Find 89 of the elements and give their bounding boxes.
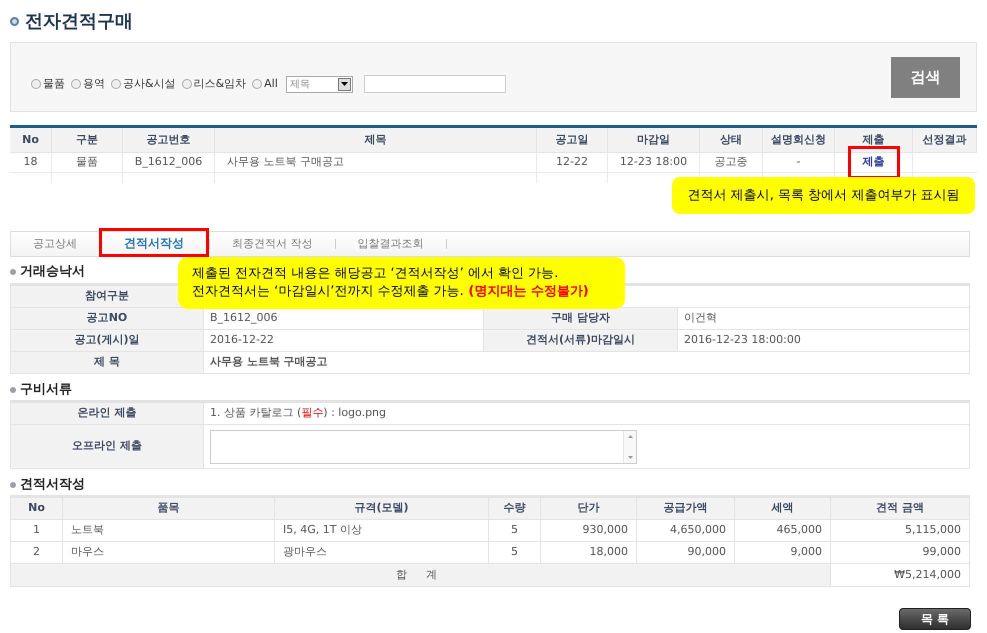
table-cell-text: 18: [24, 154, 38, 170]
table-cell-text: 18,000: [590, 544, 628, 560]
radio-option[interactable]: 리스&임차: [182, 76, 246, 92]
table-cell-text: -: [796, 154, 800, 170]
table-cell-text: 1: [33, 522, 40, 538]
table-cell-text: 5: [511, 522, 518, 538]
table-cell-text: 12-22: [556, 154, 588, 170]
list-button[interactable]: 목 록: [899, 608, 971, 630]
column-header: 규격(모델): [275, 498, 489, 520]
radio[interactable]: [31, 79, 41, 89]
column-header: 설명회신청: [763, 128, 835, 153]
table-cell-text: 930,000: [582, 522, 628, 538]
table-cell-text: 2: [33, 544, 40, 560]
column-header: 공급가액: [637, 498, 735, 520]
column-header: 단가: [541, 498, 637, 520]
field-label: 제 목: [11, 352, 204, 374]
column-header: No: [11, 498, 63, 520]
field-label: 공고NO: [11, 308, 204, 330]
note-tooltip: 제출된 전자견적 내용은 해당공고 ‘견적서작성’ 에서 확인 가능. 전자견적서는 ‘마감일시’전까지 수정제출 가능. (명지대는 수정불가): [178, 257, 625, 309]
page-title: 전자견적구매: [25, 10, 133, 34]
total-label: 합 계: [396, 566, 446, 583]
section-heading: 구비서류: [20, 380, 72, 399]
radio-option[interactable]: 용역: [71, 76, 105, 92]
table-cell-text: 99,000: [922, 544, 961, 560]
radio[interactable]: [182, 79, 192, 89]
table-cell-text: 465,000: [776, 522, 822, 538]
column-header: 세액: [735, 498, 831, 520]
table-cell-text: 9,000: [790, 544, 822, 560]
table-cell-text: 5: [511, 544, 518, 560]
bullet-icon: [10, 268, 16, 274]
tab[interactable]: 최종견적서 작성: [210, 231, 334, 257]
radio-option[interactable]: 물품: [31, 76, 65, 92]
column-header: 수량: [489, 498, 541, 520]
table-cell-text: 사무용 노트북 구매공고: [227, 154, 344, 170]
column-header: 품목: [63, 498, 275, 520]
note-tooltip: 견적서 제출시, 목록 창에서 제출여부가 표시됨: [672, 177, 975, 214]
scroll-down-icon[interactable]: [628, 456, 632, 458]
total-value: ₩5,214,000: [894, 566, 961, 583]
table-cell-text: B_1612_006: [134, 154, 202, 170]
search-field[interactable]: [364, 75, 506, 93]
scroll-up-icon[interactable]: [628, 434, 632, 438]
column-header: 선정결과: [913, 128, 977, 153]
scrollbar[interactable]: [623, 430, 636, 462]
field-select[interactable]: 제목: [286, 76, 353, 92]
field-label: 공고(게시)일: [11, 330, 204, 352]
table-cell-text: 마우스: [71, 544, 104, 560]
field-label: 온라인 제출: [11, 403, 204, 425]
dropdown-icon: [338, 78, 351, 90]
field-value: 2016-12-22: [204, 330, 484, 352]
bullet-icon: [10, 482, 16, 488]
field-value: 이건혁: [678, 308, 970, 330]
table-cell-text: 노트북: [71, 522, 104, 538]
section-heading: 거래승낙서: [20, 262, 85, 281]
tab[interactable]: 입찰결과조회: [336, 231, 446, 257]
table-cell-text: I5, 4G, 1T 이상: [283, 522, 362, 538]
bullet-icon: [10, 386, 16, 392]
radio[interactable]: [111, 79, 121, 89]
radio[interactable]: [252, 79, 262, 89]
radio-option[interactable]: 공사&시설: [111, 76, 176, 92]
column-header: 마감일: [608, 128, 700, 153]
bullet-icon: [10, 16, 19, 26]
field-label: 구매 담당자: [484, 308, 678, 330]
table-cell-text: 공고중: [714, 154, 748, 170]
section-heading: 견적서작성: [20, 476, 85, 494]
table-cell-text: 물품: [76, 154, 98, 170]
column-header: 상태: [700, 128, 763, 153]
field-label: 견적서(서류)마감일시: [484, 330, 678, 352]
column-header: 공고일: [537, 128, 608, 153]
column-header: 제목: [215, 128, 537, 153]
column-header: 구분: [52, 128, 123, 153]
search-button[interactable]: 검색: [891, 56, 960, 98]
column-header: 공고번호: [123, 128, 215, 153]
column-header: No: [10, 128, 52, 153]
radio[interactable]: [71, 79, 81, 89]
column-header: 견적 금액: [831, 498, 970, 520]
field-value: 2016-12-23 18:00:00: [678, 330, 970, 352]
radio-option[interactable]: All: [252, 76, 278, 92]
table-cell-text: 4,650,000: [670, 522, 726, 538]
tab[interactable]: 공고상세: [11, 231, 99, 257]
field-value: 1. 상품 카탈로그 (필수) : logo.png: [204, 403, 970, 425]
table-cell-text: 90,000: [688, 544, 726, 560]
text-area[interactable]: [210, 430, 637, 464]
field-label: 오프라인 제출: [11, 425, 204, 469]
table-cell-text: 광마우스: [283, 544, 327, 560]
table-cell-text: 12-23 18:00: [620, 154, 688, 170]
field-value: 사무용 노트북 구매공고: [204, 352, 970, 374]
tab[interactable]: 견적서작성: [99, 228, 209, 257]
column-header: 제출: [835, 128, 913, 153]
table-cell-text: 5,115,000: [905, 522, 961, 538]
